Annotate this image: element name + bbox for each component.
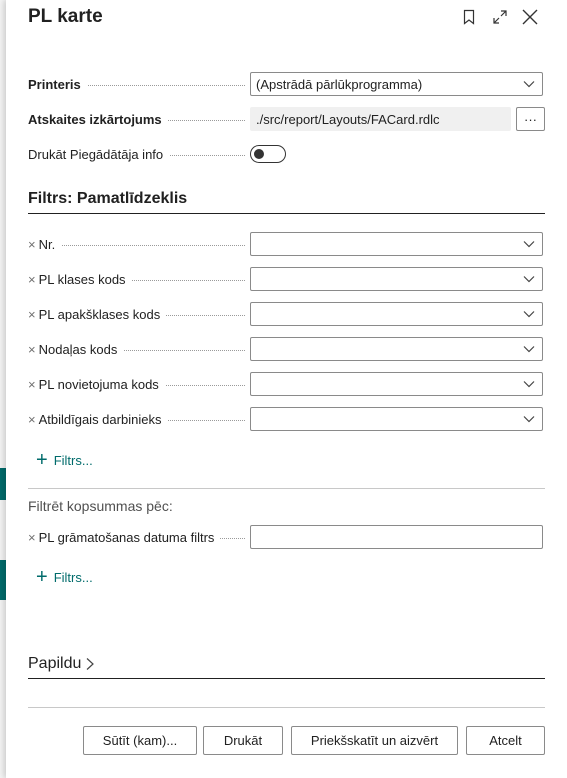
supplier-info-row: Drukāt Piegādātāja info xyxy=(28,142,545,168)
bookmark-icon[interactable] xyxy=(458,6,480,28)
chevron-down-icon xyxy=(523,311,535,318)
filter-input[interactable] xyxy=(250,232,543,256)
remove-filter-icon[interactable]: × xyxy=(28,272,36,287)
remove-filter-icon[interactable]: × xyxy=(28,237,36,252)
expand-icon[interactable] xyxy=(489,6,511,28)
filter-input[interactable] xyxy=(250,372,543,396)
close-icon[interactable] xyxy=(519,6,541,28)
filter-row-class-code: × PL klases kods xyxy=(28,267,545,293)
report-request-dialog: PL karte Printeris (Apstrādā pārlūkprogr… xyxy=(6,0,567,778)
chevron-down-icon xyxy=(523,416,535,423)
filter-label: PL grāmatošanas datuma filtrs xyxy=(38,530,215,545)
preview-close-button[interactable]: Priekšskatīt un aizvērt xyxy=(291,726,458,755)
cancel-button[interactable]: Atcelt xyxy=(466,726,545,755)
chevron-down-icon xyxy=(523,346,535,353)
layout-row: Atskaites izkārtojums ./src/report/Layou… xyxy=(28,107,545,133)
filter-label: PL novietojuma kods xyxy=(38,377,159,392)
filter-input[interactable] xyxy=(250,267,543,291)
filter-row-location-code: × PL novietojuma kods xyxy=(28,372,545,398)
filter-row-department-code: × Nodaļas kods xyxy=(28,337,545,363)
print-button[interactable]: Drukāt xyxy=(203,726,283,755)
layout-label: Atskaites izkārtojums xyxy=(28,112,168,127)
filter-label: PL apakšklases kods xyxy=(38,307,161,322)
filter-input[interactable] xyxy=(250,407,543,431)
printer-label: Printeris xyxy=(28,77,87,92)
chevron-down-icon xyxy=(523,241,535,248)
filter-input[interactable] xyxy=(250,302,543,326)
remove-filter-icon[interactable]: × xyxy=(28,530,36,545)
filter-row-nr: × Nr. xyxy=(28,232,545,258)
section-divider xyxy=(28,213,545,214)
remove-filter-icon[interactable]: × xyxy=(28,377,36,392)
add-filter-label: Filtrs... xyxy=(53,452,93,468)
add-filter-label: Filtrs... xyxy=(53,569,93,585)
supplier-info-label: Drukāt Piegādātāja info xyxy=(28,147,170,162)
layout-value: ./src/report/Layouts/FACard.rdlc xyxy=(256,112,440,127)
filter-section-header: Filtrs: Pamatlīdzeklis xyxy=(28,190,188,207)
totals-filter-header: Filtrēt kopsummas pēc: xyxy=(28,498,173,514)
toggle-knob xyxy=(254,149,264,159)
filter-label: Atbildīgais darbinieks xyxy=(38,412,162,427)
totals-filter-row-posting-date: × PL grāmatošanas datuma filtrs xyxy=(28,525,545,551)
filter-label: Nodaļas kods xyxy=(38,342,118,357)
advanced-label: Papildu xyxy=(28,655,82,672)
footer-divider xyxy=(28,707,545,708)
layout-field: ./src/report/Layouts/FACard.rdlc xyxy=(250,107,511,131)
filter-row-responsible-employee: × Atbildīgais darbinieks xyxy=(28,407,545,433)
filter-label: Nr. xyxy=(38,237,56,252)
chevron-down-icon xyxy=(523,276,535,283)
layout-lookup-button[interactable]: ··· xyxy=(516,107,545,131)
filter-input[interactable] xyxy=(250,337,543,361)
filter-row-subclass-code: × PL apakšklases kods xyxy=(28,302,545,328)
remove-filter-icon[interactable]: × xyxy=(28,307,36,322)
supplier-info-toggle[interactable] xyxy=(250,145,286,163)
chevron-down-icon xyxy=(523,381,535,388)
chevron-down-icon xyxy=(523,81,535,88)
send-to-button[interactable]: Sūtīt (kam)... xyxy=(83,726,197,755)
remove-filter-icon[interactable]: × xyxy=(28,342,36,357)
dialog-title: PL karte xyxy=(28,6,103,27)
more-icon: ··· xyxy=(524,111,537,127)
advanced-section-toggle[interactable]: Papildu xyxy=(28,655,95,673)
remove-filter-icon[interactable]: × xyxy=(28,412,36,427)
filter-label: PL klases kods xyxy=(38,272,126,287)
add-totals-filter-button[interactable]: + Filtrs... xyxy=(36,566,93,588)
printer-select[interactable]: (Apstrādā pārlūkprogramma) xyxy=(250,72,543,96)
plus-icon: + xyxy=(36,566,48,588)
totals-filter-input[interactable] xyxy=(250,525,543,549)
add-filter-button[interactable]: + Filtrs... xyxy=(36,449,93,471)
section-divider xyxy=(28,488,545,489)
plus-icon: + xyxy=(36,449,48,471)
printer-value: (Apstrādā pārlūkprogramma) xyxy=(256,77,423,92)
chevron-right-icon xyxy=(86,658,95,670)
section-divider xyxy=(28,678,545,679)
printer-row: Printeris (Apstrādā pārlūkprogramma) xyxy=(28,72,545,98)
